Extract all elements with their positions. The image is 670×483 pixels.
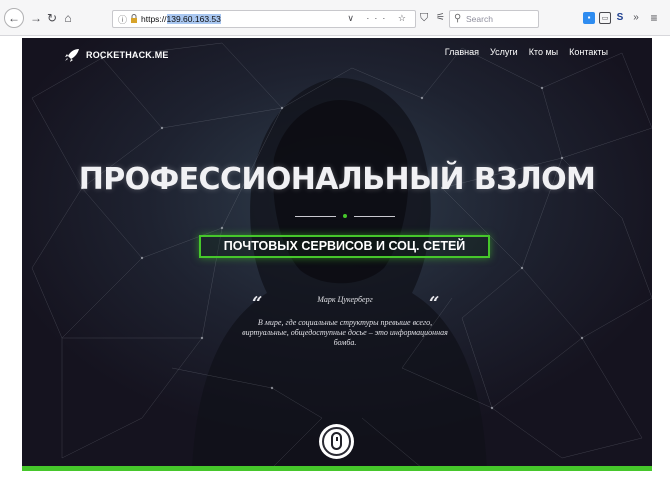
arrow-left-icon: ← — [8, 11, 20, 25]
nav-link-home[interactable]: Главная — [445, 47, 479, 57]
hamburger-menu-icon[interactable]: ≡ — [648, 12, 660, 24]
info-icon[interactable]: ⓘ — [118, 13, 127, 26]
main-nav: Главная Услуги Кто мы Контакты — [445, 47, 608, 57]
search-bar[interactable]: ⚲ Search — [449, 10, 539, 28]
url-host: 139.60.163.53 — [166, 14, 221, 24]
reader-view-icon[interactable]: ▭ — [599, 12, 611, 24]
browser-toolbar: ← → ↻ ⌂ ⓘ https://139.60.163.53 ∨ ··· ☆ … — [0, 0, 670, 36]
nav-link-services[interactable]: Услуги — [490, 47, 518, 57]
nav-link-contacts[interactable]: Контакты — [569, 47, 608, 57]
search-icon: ⚲ — [454, 13, 462, 24]
divider-line-right — [354, 216, 395, 217]
reload-icon: ↻ — [46, 11, 58, 25]
url-scheme: https:// — [141, 14, 167, 24]
site-logo[interactable]: ROCKETHACK.ME — [64, 48, 169, 62]
quote-text: В мире, где социальные структуры превыше… — [242, 318, 448, 347]
logo-text: ROCKETHACK.ME — [86, 50, 169, 60]
home-icon: ⌂ — [64, 11, 72, 25]
tracking-protection-icon[interactable]: ⚟ — [436, 12, 445, 23]
home-button[interactable]: ⌂ — [61, 11, 75, 25]
rocket-icon — [65, 49, 79, 62]
hero-headline: ПРОФЕССИОНАЛЬНЫЙ ВЗЛОМ — [78, 162, 596, 197]
forward-button[interactable]: → — [29, 11, 43, 25]
quote-open-mark: “ — [252, 293, 263, 314]
url-bar[interactable]: ⓘ https://139.60.163.53 ∨ ··· ☆ — [112, 10, 416, 28]
mouse-icon — [331, 432, 342, 450]
headline-divider — [295, 214, 395, 220]
quote-author: Марк Цукерберг — [317, 295, 373, 304]
services-cta-button[interactable]: ПОЧТОВЫХ СЕРВИСОВ И СОЦ. СЕТЕЙ — [199, 235, 490, 258]
page-bottom-accent-bar — [22, 466, 652, 471]
web-page: ROCKETHACK.ME Главная Услуги Кто мы Конт… — [22, 38, 652, 470]
nav-link-about[interactable]: Кто мы — [529, 47, 558, 57]
extension-icon[interactable]: ▪ — [583, 12, 595, 24]
shield-icon[interactable]: ⛉ — [420, 12, 428, 25]
search-placeholder: Search — [466, 14, 493, 24]
overflow-icon[interactable]: » — [630, 12, 642, 24]
quote-close-mark: “ — [429, 293, 440, 314]
url-text[interactable]: https://139.60.163.53 — [141, 14, 221, 24]
arrow-right-icon: → — [30, 11, 42, 25]
reload-button[interactable]: ↻ — [45, 11, 59, 25]
divider-dot — [343, 214, 347, 218]
s-extension-icon[interactable]: S — [614, 12, 626, 24]
divider-line-left — [295, 216, 336, 217]
back-button[interactable]: ← — [4, 8, 24, 28]
url-actions[interactable]: ∨ ··· ☆ — [347, 13, 411, 24]
scroll-down-button[interactable] — [319, 424, 354, 459]
lock-warning-icon — [131, 14, 137, 23]
